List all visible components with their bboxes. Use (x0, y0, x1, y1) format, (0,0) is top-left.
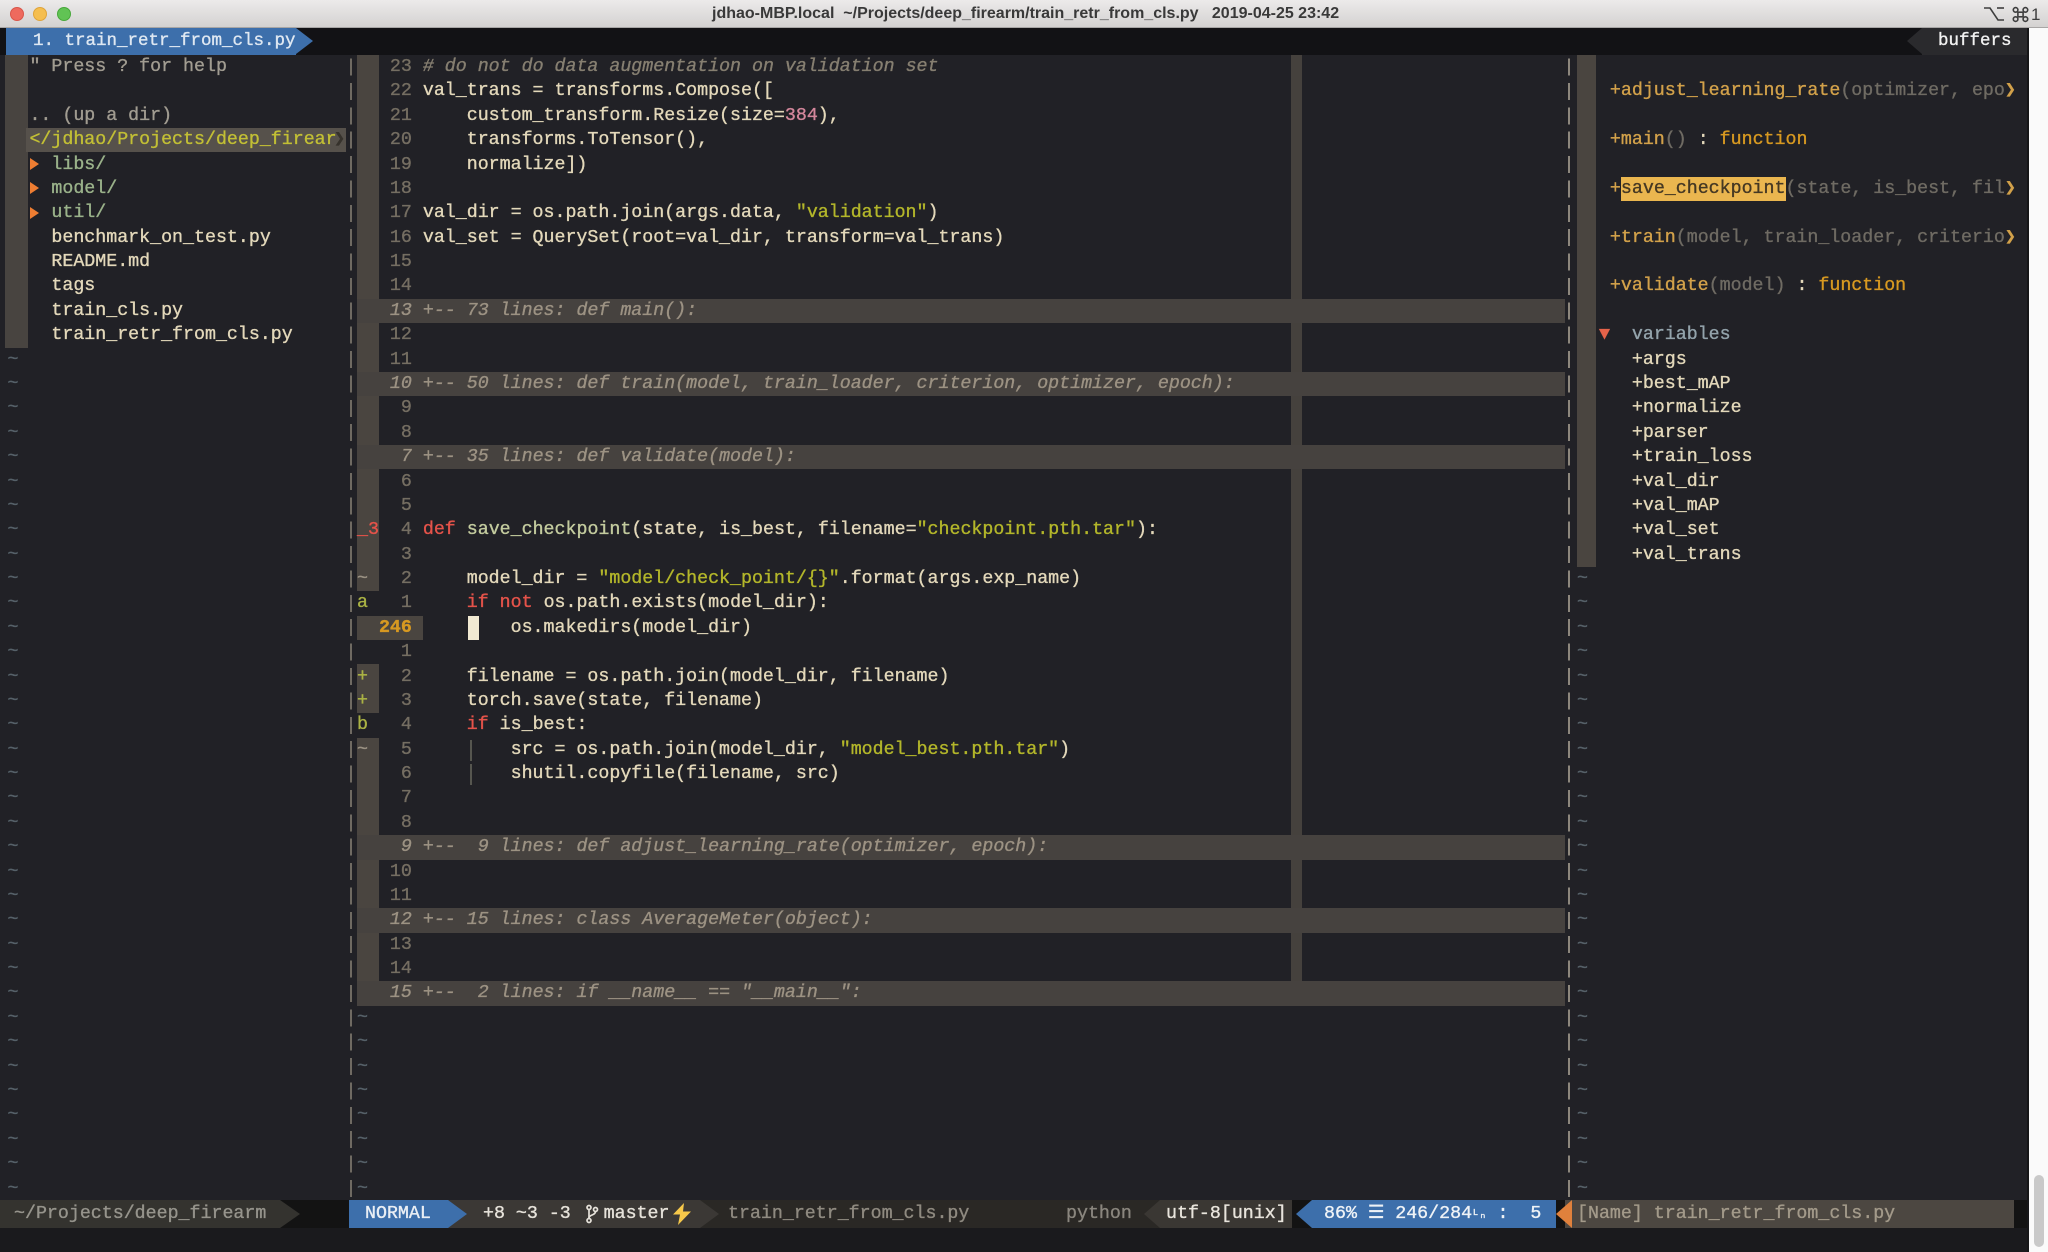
svg-text:1: 1 (2031, 5, 2040, 24)
